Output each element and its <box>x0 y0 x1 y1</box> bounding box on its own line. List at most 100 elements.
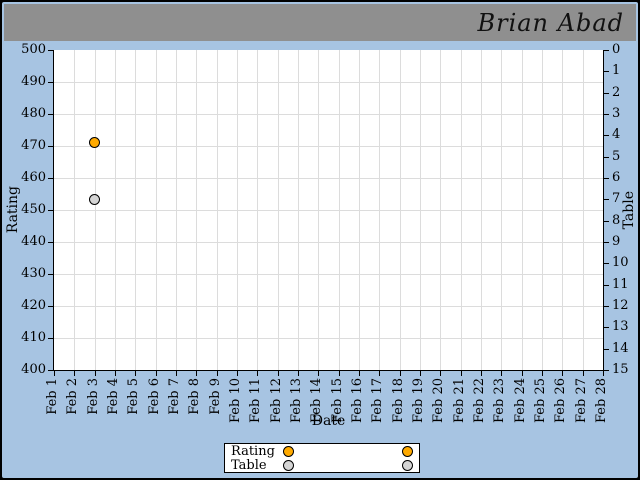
left-axis-tick <box>48 370 53 371</box>
x-axis-tick <box>582 371 584 376</box>
left-axis-tick <box>48 242 53 243</box>
horizontal-gridline <box>54 338 603 339</box>
left-axis-tick <box>48 306 53 307</box>
x-axis-tick <box>440 371 442 376</box>
x-axis-tick-label: Feb 6 <box>146 378 162 415</box>
right-axis-tick-label: 0 <box>612 42 621 57</box>
x-axis-tick-label: Feb 22 <box>472 378 487 423</box>
right-axis-tick-label: 12 <box>612 298 629 313</box>
x-axis-tick <box>542 371 543 376</box>
x-axis-tick-label: Feb 26 <box>553 378 569 423</box>
horizontal-gridline <box>54 146 603 147</box>
x-axis-tick <box>155 371 157 376</box>
left-axis-tick <box>48 82 53 83</box>
x-axis-tick <box>94 371 96 376</box>
left-axis-tick <box>48 274 53 275</box>
x-axis-tick-label: Feb 8 <box>187 378 203 415</box>
x-axis-tick-label: Feb 4 <box>106 378 121 415</box>
right-axis-tick-label: 7 <box>612 191 621 207</box>
horizontal-gridline <box>54 178 603 179</box>
chart-title: Brian Abad <box>477 8 624 37</box>
right-axis-tick <box>604 220 609 222</box>
data-point-table <box>89 193 101 205</box>
x-axis-tick <box>379 371 381 376</box>
x-axis-tick-label: Feb 19 <box>411 378 426 423</box>
legend-marker-icon <box>283 445 294 457</box>
left-axis-tick-label: 410 <box>21 330 46 345</box>
x-axis-tick-label: Feb 23 <box>492 378 508 423</box>
x-axis-tick <box>216 371 218 376</box>
x-axis-tick <box>135 371 137 376</box>
right-axis-tick <box>604 50 609 51</box>
right-axis-tick-label: 13 <box>612 319 629 335</box>
left-axis-tick-label: 460 <box>21 170 46 185</box>
right-axis-tick <box>604 114 609 115</box>
x-axis-tick <box>562 371 564 376</box>
right-axis-tick <box>604 370 609 371</box>
x-axis-tick-label: Feb 12 <box>268 378 284 423</box>
x-axis-tick-label: Feb 3 <box>85 378 101 415</box>
x-axis-tick <box>257 371 259 376</box>
right-axis-tick <box>604 327 609 329</box>
left-axis-tick-label: 500 <box>21 42 46 57</box>
horizontal-gridline <box>54 306 603 307</box>
horizontal-gridline <box>54 82 603 83</box>
right-axis-tick <box>604 199 609 201</box>
x-axis-tick <box>521 371 523 376</box>
x-axis-tick <box>481 371 482 376</box>
legend-line-sample <box>283 459 413 471</box>
chart-window: Brian Abad Rating Table Date Rating Table… <box>0 0 640 480</box>
left-axis-tick-label: 470 <box>21 138 46 153</box>
right-axis-tick-label: 14 <box>612 340 629 356</box>
right-axis-tick <box>604 263 609 265</box>
x-axis-tick <box>176 371 177 376</box>
x-axis-tick <box>298 371 299 376</box>
right-axis-tick-label: 9 <box>612 234 621 249</box>
legend-box: Rating Table <box>224 443 420 473</box>
left-axis-tick-label: 490 <box>21 74 46 89</box>
legend-row-table: Table <box>231 459 413 472</box>
left-axis-tick <box>48 50 53 51</box>
horizontal-gridline <box>54 242 603 243</box>
x-axis-tick-label: Feb 18 <box>390 378 406 423</box>
right-axis-tick-label: 11 <box>612 276 629 292</box>
x-axis-tick-label: Feb 16 <box>350 378 365 423</box>
x-axis-tick <box>359 371 360 376</box>
legend-marker-icon <box>402 445 413 457</box>
x-axis-tick-label: Feb 20 <box>431 378 447 423</box>
horizontal-gridline <box>54 210 603 211</box>
left-axis-tick <box>48 210 53 211</box>
x-axis-tick <box>196 371 198 376</box>
x-axis-tick-label: Feb 9 <box>207 378 223 415</box>
x-axis-tick <box>460 371 462 376</box>
right-axis-tick-label: 5 <box>612 148 621 164</box>
right-axis-tick-label: 3 <box>612 106 621 121</box>
x-axis-tick <box>318 371 320 376</box>
title-bar: Brian Abad <box>4 4 636 41</box>
right-axis-tick <box>604 284 609 286</box>
right-axis-tick <box>604 71 609 73</box>
x-axis-tick-label: Feb 14 <box>309 378 325 423</box>
right-axis-tick <box>604 135 609 137</box>
left-axis-tick-label: 450 <box>21 202 46 217</box>
x-axis-tick <box>115 371 116 376</box>
x-axis-tick-label: Feb 11 <box>248 378 264 423</box>
x-axis-tick <box>74 371 76 376</box>
x-axis-tick-label: Feb 24 <box>512 378 528 423</box>
right-axis-tick <box>604 92 609 94</box>
right-axis-tick-label: 1 <box>612 63 621 79</box>
left-axis-tick <box>48 146 53 147</box>
x-axis-tick-label: Feb 17 <box>370 378 386 423</box>
x-axis-tick-label: Feb 7 <box>167 378 182 415</box>
left-axis-tick <box>48 114 53 115</box>
left-axis-tick-label: 430 <box>21 266 46 281</box>
x-axis-tick <box>277 371 279 376</box>
x-axis-tick <box>338 371 340 376</box>
horizontal-gridline <box>54 274 603 275</box>
right-axis-tick-label: 8 <box>612 212 621 228</box>
right-axis-tick <box>604 178 609 179</box>
x-axis-tick <box>501 371 503 376</box>
right-axis-tick-label: 6 <box>612 170 621 185</box>
right-axis-tick-label: 15 <box>612 362 629 377</box>
right-axis-label: Table <box>621 190 637 230</box>
